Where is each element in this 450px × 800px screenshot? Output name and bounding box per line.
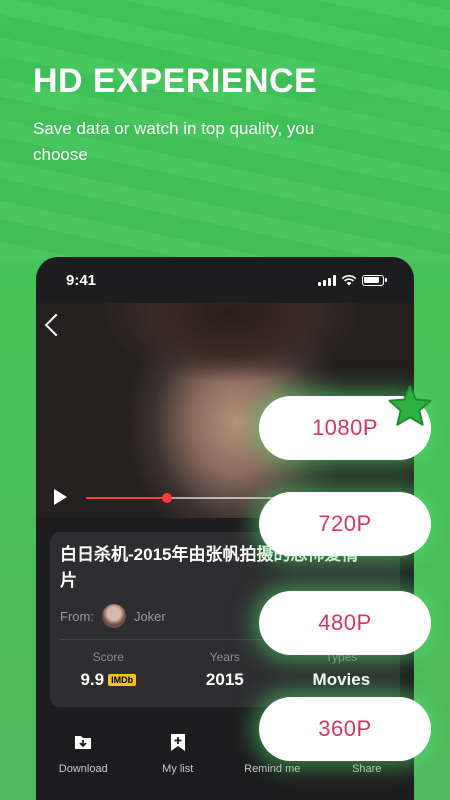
stat-value: 2015 — [205, 670, 244, 689]
download-button[interactable]: Download — [36, 732, 131, 775]
share-label: Share — [352, 763, 382, 775]
avatar[interactable] — [101, 604, 126, 628]
stat-score: Score 9.9 IMDb — [50, 650, 167, 690]
stat-years: Years 2015 — [167, 650, 284, 690]
bookmark-add-icon — [170, 734, 185, 751]
status-time: 9:41 — [66, 271, 97, 289]
my-list-button[interactable]: My list — [131, 732, 226, 775]
progress-knob[interactable] — [162, 493, 172, 503]
quality-option-360p[interactable]: 360P — [259, 697, 431, 761]
battery-icon — [362, 274, 387, 286]
imdb-badge: IMDb — [108, 674, 137, 686]
quality-option-720p[interactable]: 720P — [259, 492, 431, 556]
remind-me-label: Remind me — [244, 763, 301, 775]
back-icon[interactable] — [44, 313, 68, 337]
from-label: From: — [60, 608, 94, 624]
status-bar: 9:41 — [36, 257, 414, 303]
selected-star-icon — [388, 385, 432, 426]
stat-label: Score — [92, 650, 124, 664]
signal-icon — [318, 274, 336, 286]
stat-types: Types Movies — [283, 650, 400, 690]
download-label: Download — [58, 763, 108, 775]
uploader-name[interactable]: Joker — [134, 609, 166, 624]
uploader-row[interactable]: From: Joker — [60, 604, 166, 628]
stat-label: Years — [209, 650, 240, 664]
status-icons — [318, 274, 387, 286]
wifi-icon — [341, 274, 357, 286]
promo-subline: Save data or watch in top quality, you c… — [33, 119, 315, 164]
stat-value: 9.9 — [80, 670, 105, 689]
quality-option-480p[interactable]: 480P — [259, 591, 431, 655]
my-list-label: My list — [162, 763, 194, 775]
movie-stats: Score 9.9 IMDb Years 2015 Types Movies — [50, 650, 400, 690]
progress-fill — [86, 497, 167, 499]
download-icon — [75, 736, 92, 749]
play-icon[interactable] — [54, 489, 67, 505]
video-frame — [106, 303, 356, 393]
promo-headline: HD EXPERIENCE — [33, 62, 318, 100]
stat-value: Movies — [312, 670, 371, 689]
